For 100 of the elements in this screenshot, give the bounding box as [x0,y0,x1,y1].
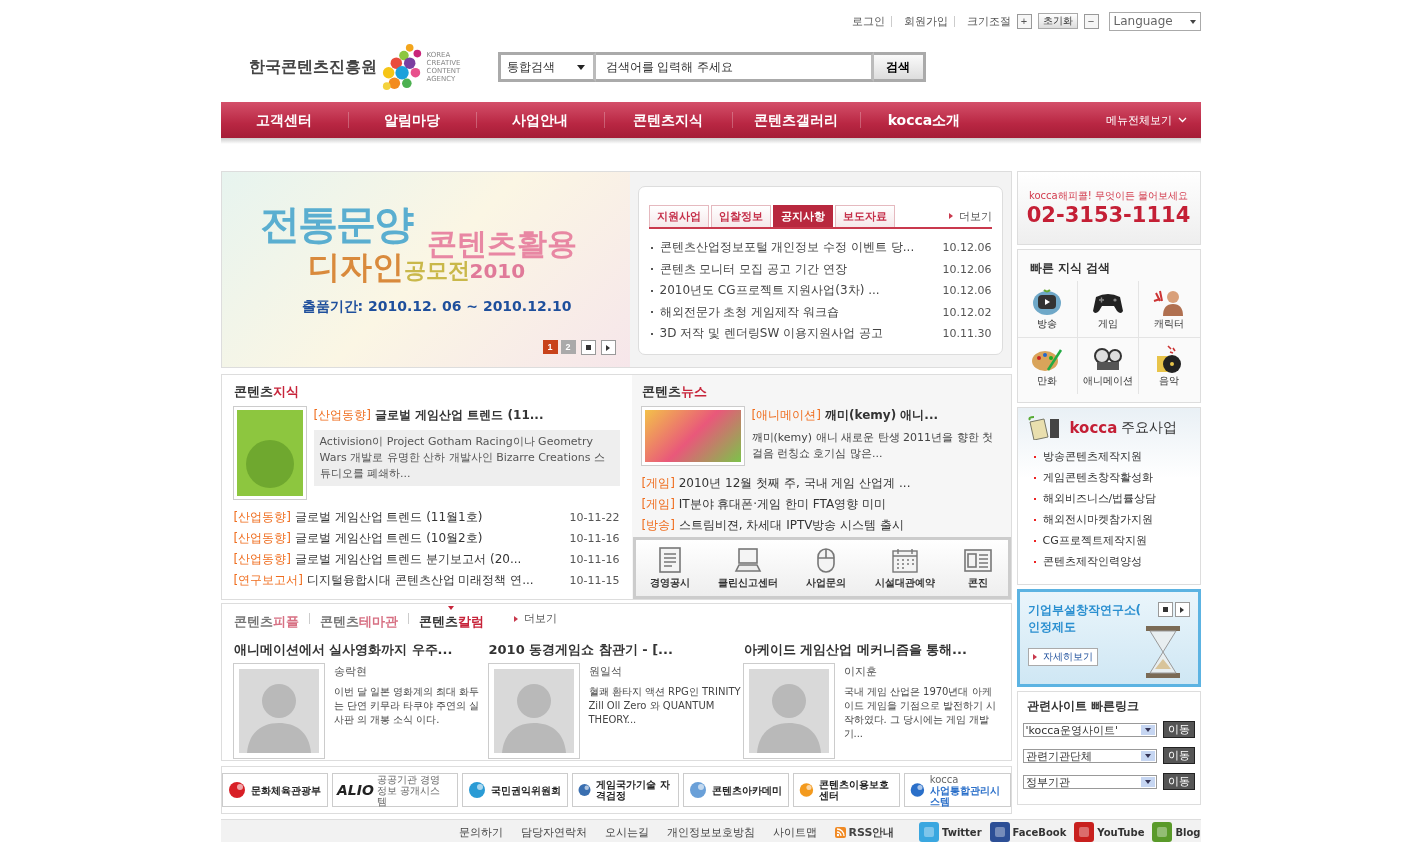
footer-link[interactable]: 개인정보보호방침 [666,824,755,840]
article-link[interactable]: [산업동향] 글로벌 게임산업 트렌드 (11월1호) [233,509,570,526]
top-link[interactable]: 회원가입 [897,15,955,27]
nav-item[interactable]: 사업안내 [476,112,605,128]
social-link[interactable]: Twitter [918,822,982,842]
top-link[interactable]: 로그인 [845,15,892,27]
footer-link[interactable]: 담당자연락처 [520,824,587,840]
notice-link[interactable]: 콘텐츠 모니터 모집 공고 기간 연장 [659,260,943,278]
section-title: 콘텐츠뉴스 [641,383,708,401]
partner-logo-link[interactable]: 콘텐츠이용보호센터 [793,773,900,807]
article-link[interactable]: [산업동향] 글로벌 게임산업 트렌드 (10월2호) [233,530,570,547]
more-link[interactable]: 더보기 [513,611,557,626]
business-link[interactable]: 콘텐츠제작인력양성 [1027,551,1190,572]
service-link[interactable]: 콘진 [963,540,994,596]
partner-logo-link[interactable]: 문화체육관광부 [221,773,329,807]
all-menu-link[interactable]: 메뉴전체보기 [1105,112,1187,128]
chevron-down-icon [1177,117,1187,123]
zoom-out-button[interactable]: − [1083,13,1099,29]
go-button[interactable]: 이동 [1162,747,1195,764]
notice-link[interactable]: 해외전문가 초청 게임제작 워크숍 [659,303,943,321]
notice-tab[interactable]: 보도자료 [834,205,895,227]
article-date: 10-11-15 [569,574,620,587]
site-select[interactable]: 'kocca운영사이트' [1022,722,1157,737]
featured-news-link[interactable]: [애니메이션] 깨미(kemy) 애니... [751,407,1001,424]
play-icon[interactable] [1174,602,1190,617]
column-tab[interactable]: 콘텐츠칼럼 [418,606,484,631]
site-select[interactable]: 관련기관단체 [1022,748,1157,763]
notice-link[interactable]: 콘텐츠산업정보포털 개인정보 수정 이벤트 당... [659,239,943,257]
business-link[interactable]: 해외비즈니스/법률상담 [1027,488,1190,509]
business-link[interactable]: 게임콘텐츠창작활성화 [1027,467,1190,488]
promo-banner[interactable]: 기업부설창작연구소( 인정제도 자세히보기 [1016,589,1201,687]
image-placeholder[interactable] [641,407,744,465]
play-icon[interactable] [600,340,616,355]
search-button[interactable]: 검색 [873,52,926,82]
site-select[interactable]: 정부기관 [1022,774,1157,789]
search-field[interactable]: 검색어를 입력해 주세요 [595,52,874,82]
partner-emblem-icon [798,780,816,800]
partner-logo-link[interactable]: kocca 사업통합관리시스템 [904,773,1011,807]
service-link[interactable]: 경영공시 [649,540,690,596]
go-button[interactable]: 이동 [1162,721,1195,738]
notice-tab[interactable]: 공지사항 [772,205,833,227]
column-title-link[interactable]: 2010 동경게임쇼 참관기 - [... [488,641,744,659]
nav-item[interactable]: kocca소개 [860,112,988,128]
notice-link[interactable]: 3D 저작 및 렌더링SW 이용지원사업 공고 [659,325,943,343]
notice-tab[interactable]: 지원사업 [648,205,709,227]
language-select[interactable]: Language [1108,11,1201,31]
magazine-icon [963,546,994,573]
column-tab[interactable]: 콘텐츠테마관 [319,606,398,631]
service-link[interactable]: 사업문의 [806,540,847,596]
page-button[interactable]: 1 [542,340,558,354]
quick-search-item[interactable]: 캐릭터 [1138,281,1200,338]
details-button[interactable]: 자세히보기 [1027,648,1098,666]
footer-link[interactable]: 오시는길 [604,824,649,840]
logo-text: 한국콘텐츠진흥원 [248,56,377,78]
featured-article-link[interactable]: [산업동향] 글로벌 게임산업 트렌드 (11... [313,407,620,424]
social-link[interactable]: YouTube [1074,822,1145,842]
quick-search-item[interactable]: 애니메이션 [1078,338,1139,394]
notice-tab[interactable]: 입찰정보 [710,205,771,227]
business-link[interactable]: CG프로젝트제작지원 [1027,530,1190,551]
reset-button[interactable]: 초기화 [1037,13,1078,29]
banner-period: 출품기간: 2010.12. 06 ~ 2010.12.10 [301,298,573,316]
partner-logo-link[interactable]: 게임국가기술 자격검정 [572,773,679,807]
search-scope-select[interactable]: 통합검색 [497,52,596,82]
service-link[interactable]: 시설대관예약 [874,540,935,596]
stop-icon[interactable] [580,340,596,355]
go-button[interactable]: 이동 [1162,773,1195,790]
partner-logo-link[interactable]: 국민권익위원회 [461,773,569,807]
notice-link[interactable]: 2010년도 CG프로젝트 지원사업(3차) ... [659,282,943,300]
quick-search-item[interactable]: 방송 [1017,281,1079,338]
news-link[interactable]: [방송] 스트림비젼, 차세대 IPTV방송 시스템 출시 [641,517,1001,534]
social-link[interactable]: Blog [1152,822,1201,842]
news-link[interactable]: [게임] 2010년 12월 첫째 주, 국내 게임 산업계 ... [641,475,1001,492]
quick-search-item[interactable]: 만화 [1017,338,1079,394]
footer-link[interactable]: 사이트맵 [772,824,817,840]
business-link[interactable]: 해외전시마켓참가지원 [1027,509,1190,530]
column-title-link[interactable]: 아케이드 게임산업 메커니즘을 통해... [743,641,999,659]
notice-date: 10.12.06 [942,284,992,298]
column-tab[interactable]: 콘텐츠피플 [233,606,299,631]
quick-search-item[interactable]: 음악 [1138,338,1200,394]
contest-banner[interactable]: 전통문양 콘텐츠활용 디자인공모전2010 출품기간: 2010.12. 06 ~ 2010.12.10 1 2 [221,172,630,367]
article-link[interactable]: [연구보고서] 디지털융합시대 콘텐츠산업 미래정책 연... [233,572,570,589]
panel-title: 주요사업 [1121,419,1178,437]
nav-item[interactable]: 콘텐츠지식 [604,112,733,128]
stop-icon[interactable] [1157,602,1173,617]
nav-item[interactable]: 고객센터 [220,112,349,128]
rss-link[interactable]: RSS안내 [834,824,895,840]
article-link[interactable]: [산업동향] 글로벌 게임산업 트렌드 분기보고서 (20... [233,551,570,568]
nav-item[interactable]: 콘텐츠갤러리 [732,112,861,128]
more-link[interactable]: 더보기 [948,208,992,224]
column-title-link[interactable]: 애니메이션에서 실사영화까지 우주... [233,641,489,659]
nav-item[interactable]: 알림마당 [348,112,477,128]
footer-link[interactable]: 문의하기 [458,824,503,840]
news-link[interactable]: [게임] IT분야 휴대폰·게임 한미 FTA영향 미미 [641,496,1001,513]
social-link[interactable]: FaceBook [989,822,1067,842]
partner-logo-link[interactable]: 콘텐츠아카데미 [682,773,790,807]
business-link[interactable]: 방송콘텐츠제작지원 [1027,446,1190,467]
zoom-in-button[interactable]: + [1016,13,1032,29]
service-link[interactable]: 클린신고센터 [718,540,779,596]
quick-search-item[interactable]: 게임 [1078,281,1139,338]
article-date: 10-11-16 [569,532,620,545]
